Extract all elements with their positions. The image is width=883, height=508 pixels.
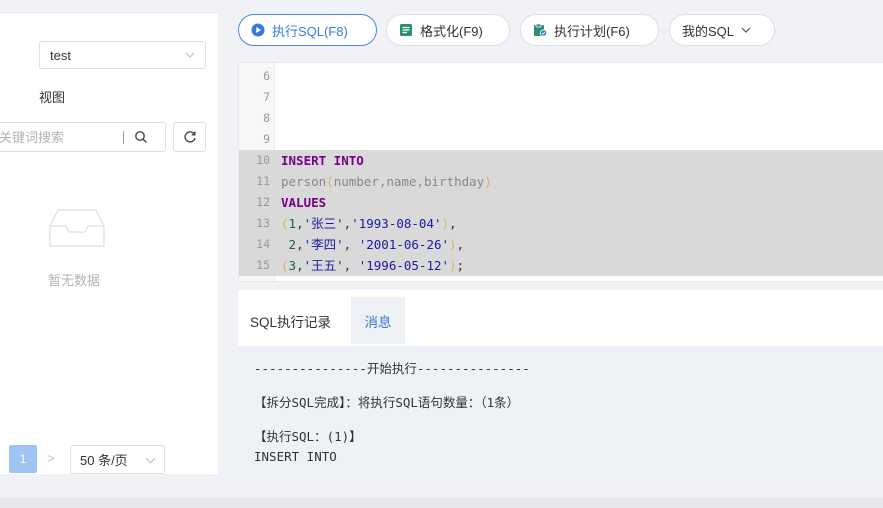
- status-bar: [0, 498, 883, 508]
- result-panel: SQL执行记录 消息 ---------------开始执行----------…: [238, 290, 883, 474]
- refresh-button[interactable]: [173, 122, 206, 152]
- tab-messages[interactable]: 消息: [351, 297, 405, 344]
- message-line: ---------------开始执行---------------: [254, 361, 530, 376]
- my-sql-dropdown[interactable]: 我的SQL: [669, 14, 775, 46]
- message-line: 【执行SQL：(1)】: [254, 429, 362, 444]
- message-line: 【拆分SQL完成】：将执行SQL语句数量：（1条）: [254, 395, 520, 410]
- page-size-select[interactable]: 50 条/页: [70, 445, 165, 474]
- code-text: person(number,name,birthday): [281, 174, 492, 189]
- line-number: 7: [263, 90, 270, 104]
- line-number: 14: [256, 237, 270, 251]
- code-text: (3,'王五', '1996-05-12');: [281, 258, 465, 273]
- play-icon: [251, 23, 265, 37]
- execute-sql-label: 执行SQL(F8): [272, 23, 348, 39]
- line-number: 15: [256, 258, 270, 272]
- line-number: 11: [256, 174, 270, 188]
- format-document-icon: [400, 24, 412, 36]
- line-number: 9: [263, 132, 270, 146]
- line-number: 6: [263, 69, 270, 83]
- editor-line: 9: [239, 129, 883, 150]
- database-select-value: test: [50, 47, 71, 63]
- object-search-box: [0, 122, 166, 152]
- chevron-down-icon: [145, 457, 156, 464]
- object-sidebar: test 视图 暂无数据 1 > 50 条/页: [0, 14, 218, 474]
- editor-line: 13 (1,'张三','1993-08-04'),: [239, 213, 883, 234]
- editor-line: 15 (3,'王五', '1996-05-12');: [239, 255, 883, 276]
- database-select[interactable]: test: [39, 41, 206, 69]
- editor-line: 11 person(number,name,birthday): [239, 171, 883, 192]
- message-output: ---------------开始执行--------------- 【拆分SQ…: [238, 346, 883, 474]
- execution-plan-label: 执行计划(F6): [554, 23, 630, 39]
- view-category-label: 视图: [39, 90, 66, 105]
- tab-sql-history[interactable]: SQL执行记录: [250, 297, 331, 344]
- format-sql-button[interactable]: 格式化(F9): [386, 14, 510, 46]
- empty-state-text: 暂无数据: [48, 273, 101, 288]
- execution-plan-button[interactable]: 执行计划(F6): [520, 14, 659, 46]
- chevron-down-icon: [185, 52, 195, 58]
- line-number: 10: [256, 153, 270, 167]
- search-divider: [123, 131, 124, 144]
- code-text: 2,'李四', '2001-06-26'),: [288, 237, 465, 252]
- format-sql-label: 格式化(F9): [420, 23, 483, 39]
- pager-current-page[interactable]: 1: [9, 445, 37, 473]
- execute-sql-button[interactable]: 执行SQL(F8): [238, 14, 377, 46]
- line-number: 8: [263, 111, 270, 125]
- refresh-icon: [183, 131, 196, 143]
- search-icon[interactable]: [133, 129, 149, 145]
- page-size-value: 50 条/页: [80, 453, 128, 468]
- sql-editor[interactable]: 6 7 8 9 10 INSERT INTO 11 person(number,name,bi…: [238, 62, 883, 282]
- empty-inbox-icon: [49, 209, 105, 247]
- code-text: INSERT INTO: [281, 153, 364, 168]
- editor-toolbar: 执行SQL(F8) 格式化(F9) 执行计划(F6) 我的SQL: [218, 0, 883, 60]
- line-number: 12: [256, 195, 270, 209]
- editor-line: 12 VALUES: [239, 192, 883, 213]
- code-text: VALUES: [281, 195, 327, 210]
- editor-line: 6: [239, 66, 883, 87]
- editor-line: 10 INSERT INTO: [239, 150, 883, 171]
- execution-plan-icon: [534, 23, 547, 37]
- editor-line: 7: [239, 87, 883, 108]
- line-number: 13: [256, 216, 270, 230]
- pager-next-button[interactable]: >: [44, 449, 58, 467]
- code-text: (1,'张三','1993-08-04'),: [281, 216, 457, 231]
- chevron-down-icon: [741, 27, 751, 33]
- search-input[interactable]: [0, 124, 113, 150]
- editor-line: 14 2,'李四', '2001-06-26'),: [239, 234, 883, 255]
- message-line: INSERT INTO: [254, 449, 337, 464]
- my-sql-label: 我的SQL: [682, 23, 735, 39]
- editor-line: 8: [239, 108, 883, 129]
